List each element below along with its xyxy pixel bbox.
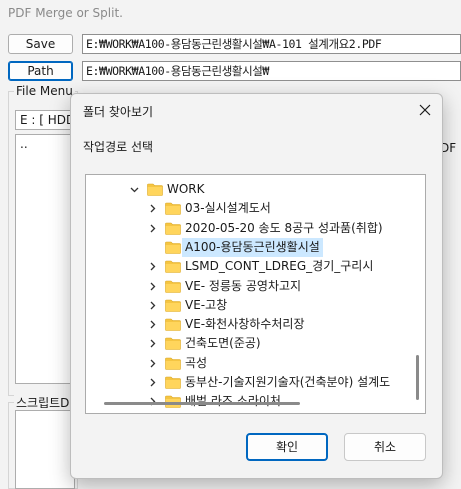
browse-folder-dialog: 폴더 찾아보기 작업경로 선택 WORK 03-실시설계도서 2020-05-20 …	[70, 93, 443, 479]
folder-icon	[165, 241, 181, 254]
tree-item-label: 건축도면(준공)	[185, 336, 261, 351]
tree-item-label: A100-용담동근린생활시설	[182, 237, 323, 257]
folder-icon	[165, 299, 181, 312]
close-icon	[419, 104, 431, 116]
file-list[interactable]: ..	[15, 134, 75, 384]
chevron-right-icon[interactable]	[146, 257, 158, 276]
save-button[interactable]: Save	[8, 34, 73, 54]
chevron-right-icon[interactable]	[146, 373, 158, 392]
path-button[interactable]: Path	[8, 61, 73, 81]
file-menu-label: File Menu	[14, 84, 75, 98]
vertical-scrollbar[interactable]	[416, 355, 419, 400]
tree-item-label: VE-고창	[185, 297, 228, 312]
dialog-prompt: 작업경로 선택	[83, 140, 154, 154]
tree-item[interactable]: 건축도면(준공)	[86, 334, 425, 353]
folder-icon	[165, 318, 181, 331]
chevron-down-icon[interactable]	[128, 180, 140, 199]
tree-item-label: 2020-05-20 송도 8공구 성과품(취합)	[185, 220, 383, 235]
tree-item[interactable]: LSMD_CONT_LDREG_경기_구리시	[86, 257, 425, 276]
folder-icon	[165, 357, 181, 370]
folder-icon	[165, 337, 181, 351]
app-title: PDF Merge or Split.	[8, 6, 123, 20]
tree-item-label: VE-화천사창하수처리장	[185, 317, 305, 332]
list-item[interactable]: ..	[20, 137, 28, 151]
tree-item[interactable]: 03-실시설계도서	[86, 199, 425, 218]
work-path-field[interactable]: E:₩WORK₩A100-용담동근린생활시설₩	[82, 61, 461, 81]
tree-item[interactable]: 곡성	[86, 354, 425, 373]
tree-item-label: WORK	[167, 182, 205, 196]
chevron-right-icon[interactable]	[146, 334, 158, 353]
horizontal-scrollbar[interactable]	[104, 402, 300, 405]
tree-item[interactable]: VE-고창	[86, 296, 425, 315]
script-label: 스크립트D	[14, 394, 72, 411]
tree-item[interactable]: A100-용담동근린생활시설	[86, 237, 425, 257]
drive-select[interactable]: E : [ HDD	[15, 110, 75, 130]
folder-tree[interactable]: WORK 03-실시설계도서 2020-05-20 송도 8공구 성과품(취합) A1…	[85, 174, 426, 414]
tree-item-label: LSMD_CONT_LDREG_경기_구리시	[185, 259, 374, 274]
folder-icon	[165, 280, 181, 293]
folder-icon	[165, 202, 181, 216]
folder-icon	[147, 183, 163, 196]
tree-item-label: 곡성	[185, 355, 208, 370]
chevron-right-icon[interactable]	[146, 199, 158, 218]
tree-item-label: 03-실시설계도서	[185, 201, 271, 216]
folder-icon	[165, 222, 181, 235]
script-textarea[interactable]	[15, 410, 75, 489]
folder-icon	[165, 260, 181, 273]
chevron-right-icon[interactable]	[146, 296, 158, 315]
close-button[interactable]	[412, 98, 438, 122]
ok-button[interactable]: 확인	[246, 433, 328, 461]
tree-item[interactable]: WORK	[86, 180, 425, 199]
tree-item[interactable]: 2020-05-20 송도 8공구 성과품(취합)	[86, 219, 425, 238]
tree-item[interactable]: VE- 정릉동 공영차고지	[86, 277, 425, 296]
chevron-right-icon[interactable]	[146, 219, 158, 238]
cancel-button[interactable]: 취소	[344, 433, 426, 461]
tree-item[interactable]: 동부산-기술지원기술자(건축분야) 설계도	[86, 373, 425, 392]
folder-icon	[165, 376, 181, 389]
tree-item-label: VE- 정릉동 공영차고지	[185, 278, 302, 293]
chevron-right-icon[interactable]	[146, 315, 158, 334]
chevron-right-icon[interactable]	[146, 277, 158, 296]
tree-item[interactable]: VE-화천사창하수처리장	[86, 315, 425, 334]
save-path-field[interactable]: E:₩WORK₩A100-용담동근린생활시설₩A-101 설계개요2.PDF	[82, 34, 461, 54]
dialog-title: 폴더 찾아보기	[83, 105, 154, 119]
tree-item-label: 동부산-기술지원기술자(건축분야) 설계도	[185, 375, 391, 389]
chevron-right-icon[interactable]	[146, 354, 158, 373]
